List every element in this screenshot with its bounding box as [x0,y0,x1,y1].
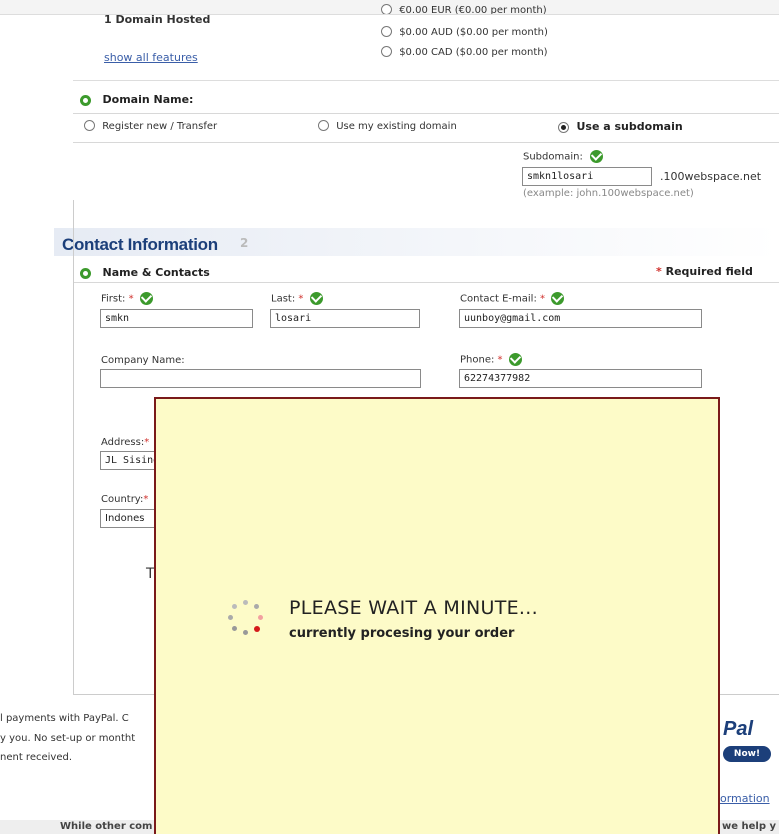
hosted-label: 1 Domain Hosted [104,13,211,26]
show-features-link[interactable]: show all features [104,51,198,64]
name-contacts-row: Name & Contacts [80,266,210,279]
radio-subdomain[interactable] [558,121,569,133]
paypal-now-button[interactable]: Now! [723,746,771,762]
bottom-right-text: we help y [722,821,776,832]
option-register-label: Register new / Transfer [102,120,218,132]
paypal-text-2: y you. No set-up or montht [0,733,136,744]
last-check-icon [309,292,323,305]
phone-check-icon [508,353,522,366]
currency-eur-option[interactable]: €0.00 EUR (€0.00 per month) [381,4,547,14]
paypal-logo[interactable]: Pal Now! [717,716,777,768]
subdomain-input[interactable]: smkn1losari [522,167,652,186]
radio-eur[interactable] [381,4,392,14]
subdomain-label-row: Subdomain: [523,150,604,163]
option-existing-label: Use my existing domain [336,120,457,132]
first-label-row: First: * [101,292,153,305]
required-note-label: Required field [665,265,753,278]
option-existing[interactable]: Use my existing domain [318,120,457,132]
bottom-left-text: While other com [60,821,153,832]
paypal-text-1: l payments with PayPal. C [0,713,129,724]
company-input[interactable] [100,369,421,388]
options-divider [73,142,779,143]
overlay-title: PLEASE WAIT A MINUTE... [289,597,538,619]
option-register[interactable]: Register new / Transfer [84,120,217,132]
domain-heading: Domain Name: [102,93,194,106]
paypal-logo-text: Pal [723,718,754,740]
contact-step-number: 2 [240,236,249,250]
currency-cad-label: $0.00 CAD ($0.00 per month) [399,46,548,58]
email-input[interactable]: uunboy@gmail.com [459,309,702,328]
panel-left-border [73,200,74,695]
last-name-input[interactable]: losari [270,309,420,328]
contact-divider [73,282,779,283]
name-contacts-heading: Name & Contacts [102,266,210,279]
currency-cad-option[interactable]: $0.00 CAD ($0.00 per month) [381,46,548,58]
subdomain-check-icon [590,150,604,163]
currency-aud-label: $0.00 AUD ($0.00 per month) [399,26,548,38]
contact-section-title: Contact Information [62,235,218,254]
radio-cad[interactable] [381,46,392,57]
required-note: * Required field [656,265,753,278]
last-label: Last: [271,293,296,305]
first-label: First: [101,293,126,305]
phone-input[interactable]: 62274377982 [459,369,702,388]
first-name-input[interactable]: smkn [100,309,253,328]
address-label: Address: [101,437,145,448]
radio-existing[interactable] [318,120,329,131]
last-label-row: Last: * [271,292,323,305]
address-label-row: Address:* [101,437,150,448]
first-check-icon [139,292,153,305]
radio-aud[interactable] [381,26,392,37]
loading-spinner-icon [228,600,264,636]
email-check-icon [551,292,565,305]
currency-aud-option[interactable]: $0.00 AUD ($0.00 per month) [381,26,548,38]
country-label: Country: [101,494,144,505]
domain-bullet-icon [80,94,91,106]
phone-label: Phone: [460,354,495,366]
email-label: Contact E-mail: [460,293,537,305]
country-label-row: Country:* [101,494,149,505]
more-information-link[interactable]: ormation [720,792,770,805]
overlay-subtitle: currently procesing your order [289,626,515,641]
processing-overlay: PLEASE WAIT A MINUTE... currently proces… [154,397,720,834]
radio-register[interactable] [84,120,95,131]
currency-eur-label: €0.00 EUR (€0.00 per month) [399,4,547,15]
email-label-row: Contact E-mail: * [460,292,565,305]
subdomain-suffix: .100webspace.net [660,170,762,183]
domain-divider [73,113,779,114]
subdomain-label: Subdomain: [523,151,583,163]
name-contacts-bullet-icon [80,267,91,279]
subdomain-example: (example: john.100webspace.net) [523,188,694,199]
phone-label-row: Phone: * [460,353,522,366]
paypal-text-3: nent received. [0,752,72,763]
option-subdomain-label: Use a subdomain [576,120,683,133]
domain-heading-row: Domain Name: [80,93,193,106]
company-label: Company Name: [101,355,185,366]
option-subdomain[interactable]: Use a subdomain [558,120,683,133]
